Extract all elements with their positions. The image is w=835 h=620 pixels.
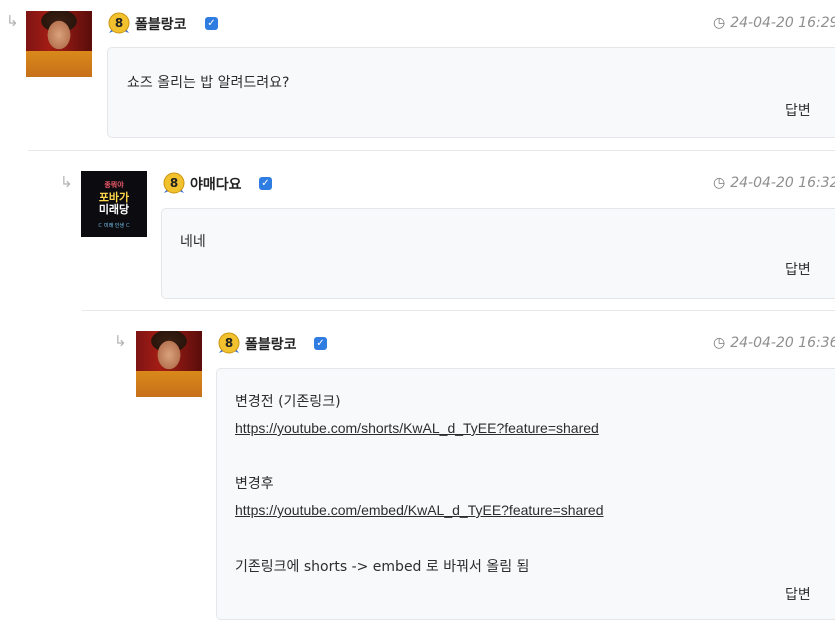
timestamp: ◷ 24-04-20 16:32: [713, 175, 835, 191]
reply-arrow-icon: ↳: [6, 12, 19, 30]
avatar[interactable]: 종뭐야 포바가 미래당 ㄷ 미래 인생 ㄷ: [81, 171, 147, 237]
author-name[interactable]: 야매다요: [190, 174, 242, 194]
avatar[interactable]: [26, 11, 92, 77]
level-badge-icon: 8: [218, 332, 240, 354]
verified-check-icon: ✓: [259, 177, 272, 190]
reply-button[interactable]: 답변: [785, 259, 811, 279]
comment-text: 네네: [180, 234, 206, 250]
comment-2: ↳ 종뭐야 포바가 미래당 ㄷ 미래 인생 ㄷ 8 야매다요 ✓ ◷ 24-04-…: [0, 150, 835, 310]
avatar-text: 종뭐야: [104, 180, 124, 189]
clock-icon: ◷: [713, 15, 726, 31]
level-number: 8: [115, 16, 123, 30]
timestamp: ◷ 24-04-20 16:36: [713, 335, 835, 351]
reply-button[interactable]: 답변: [785, 584, 811, 604]
comment-body: 네네 답변: [161, 208, 835, 299]
timestamp-text: 24-04-20 16:32: [730, 175, 835, 191]
comment-1: ↳ 8 폴블랑코 ✓ ◷ 24-04-20 16:29 쇼즈 올리는 밥 알려드려…: [0, 0, 835, 150]
avatar[interactable]: [136, 331, 202, 397]
level-number: 8: [170, 176, 178, 190]
clock-icon: ◷: [713, 175, 726, 191]
note-text: 기존링크에 shorts -> embed 로 바꿔서 올림 됨: [235, 559, 530, 575]
comment-text: 쇼즈 올리는 밥 알려드려요?: [127, 75, 290, 91]
avatar-text: ㄷ 미래 인생 ㄷ: [97, 222, 131, 229]
before-label: 변경전 (기존링크): [235, 394, 341, 410]
level-number: 8: [225, 336, 233, 350]
author-name[interactable]: 폴블랑코: [135, 14, 187, 34]
reply-arrow-icon: ↳: [60, 173, 73, 191]
after-label: 변경후: [235, 476, 274, 492]
timestamp-text: 24-04-20 16:36: [730, 335, 835, 351]
timestamp-text: 24-04-20 16:29: [730, 15, 835, 31]
verified-check-icon: ✓: [205, 17, 218, 30]
avatar-text: 포바가: [98, 190, 130, 204]
comment-body: 변경전 (기존링크) https://youtube.com/shorts/Kw…: [216, 368, 835, 620]
level-badge-icon: 8: [163, 172, 185, 194]
comment-3: ↳ 8 폴블랑코 ✓ ◷ 24-04-20 16:36 변경전 (기존링크) ht…: [0, 310, 835, 620]
author-name[interactable]: 폴블랑코: [245, 334, 297, 354]
reply-button[interactable]: 답변: [785, 100, 811, 120]
timestamp: ◷ 24-04-20 16:29: [713, 15, 835, 31]
after-link[interactable]: https://youtube.com/embed/KwAL_d_TyEE?fe…: [235, 502, 604, 518]
level-badge-icon: 8: [108, 12, 130, 34]
clock-icon: ◷: [713, 335, 726, 351]
before-link[interactable]: https://youtube.com/shorts/KwAL_d_TyEE?f…: [235, 420, 599, 436]
reply-arrow-icon: ↳: [114, 332, 127, 350]
avatar-text: 미래당: [98, 202, 130, 216]
comment-body: 쇼즈 올리는 밥 알려드려요? 답변: [107, 47, 835, 138]
verified-check-icon: ✓: [314, 337, 327, 350]
